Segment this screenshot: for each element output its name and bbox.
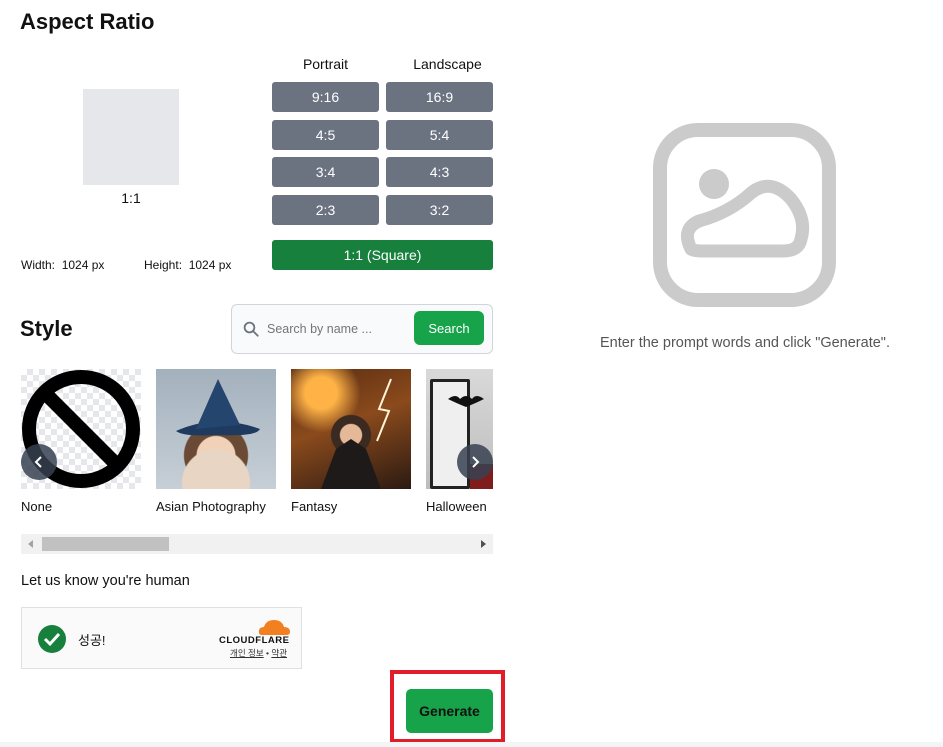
style-search-input[interactable] [267, 319, 407, 339]
ratio-button-4-5[interactable]: 4:5 [272, 120, 379, 150]
ratio-button-3-2[interactable]: 3:2 [386, 195, 493, 225]
ratio-button-2-3[interactable]: 2:3 [272, 195, 379, 225]
success-check-icon [38, 625, 66, 653]
height-value: 1024 px [188, 258, 232, 272]
output-hint: Enter the prompt words and click "Genera… [600, 335, 890, 351]
chevron-right-icon [472, 456, 480, 468]
terms-link[interactable]: 약관 [271, 648, 287, 658]
ratio-button-square[interactable]: 1:1 (Square) [272, 240, 493, 270]
width-label: Width: [21, 258, 56, 272]
height-readout: Height: 1024 px [144, 258, 231, 272]
style-search-button[interactable]: Search [414, 311, 484, 345]
ratio-button-3-4[interactable]: 3:4 [272, 157, 379, 187]
bottom-divider [0, 742, 943, 747]
style-label-halloween: Halloween [426, 499, 487, 514]
image-placeholder-icon [653, 123, 836, 307]
style-option-asian-photography[interactable] [156, 369, 276, 489]
scroll-left-arrow-icon[interactable] [27, 540, 35, 548]
cloudflare-brand: CLOUDFLARE [219, 635, 290, 646]
height-label: Height: [144, 258, 183, 272]
captcha-status: 성공! [78, 633, 106, 648]
scroll-right-arrow-icon[interactable] [479, 540, 487, 548]
portrait-header: Portrait [302, 56, 349, 72]
style-title: Style [20, 316, 73, 341]
cloudflare-logo-icon [258, 620, 290, 635]
style-label-fantasy: Fantasy [291, 499, 338, 514]
carousel-prev-button[interactable] [21, 444, 57, 480]
ratio-button-4-3[interactable]: 4:3 [386, 157, 493, 187]
dimensions-readout: Width: 1024 px [21, 258, 104, 272]
link-separator: • [266, 648, 270, 658]
ratio-button-5-4[interactable]: 5:4 [386, 120, 493, 150]
captcha-links: 개인 정보 • 약관 [230, 647, 287, 659]
carousel-next-button[interactable] [457, 444, 493, 480]
witch-hat-image [176, 379, 260, 436]
ratio-preview-box [83, 89, 179, 185]
style-option-fantasy[interactable] [291, 369, 411, 489]
scrollbar-thumb[interactable] [42, 537, 169, 551]
style-scrollbar[interactable] [21, 534, 493, 554]
width-value: 1024 px [61, 258, 105, 272]
ratio-button-16-9[interactable]: 16:9 [386, 82, 493, 112]
style-label-none: None [21, 499, 53, 514]
style-label-asian-photography: Asian Photography [156, 499, 266, 514]
captcha-prompt: Let us know you're human [21, 573, 190, 589]
search-icon [243, 321, 259, 337]
chevron-left-icon [34, 456, 42, 468]
aspect-ratio-title: Aspect Ratio [20, 9, 155, 34]
generate-button[interactable]: Generate [406, 689, 493, 733]
style-search-box: Search [231, 304, 493, 354]
bat-icon [448, 396, 484, 407]
privacy-link[interactable]: 개인 정보 [230, 648, 264, 658]
captcha-widget[interactable]: 성공! CLOUDFLARE 개인 정보 • 약관 [21, 607, 302, 669]
landscape-header: Landscape [413, 56, 482, 72]
ratio-button-9-16[interactable]: 9:16 [272, 82, 379, 112]
fantasy-image [321, 378, 392, 489]
ratio-preview-label: 1:1 [121, 190, 141, 206]
